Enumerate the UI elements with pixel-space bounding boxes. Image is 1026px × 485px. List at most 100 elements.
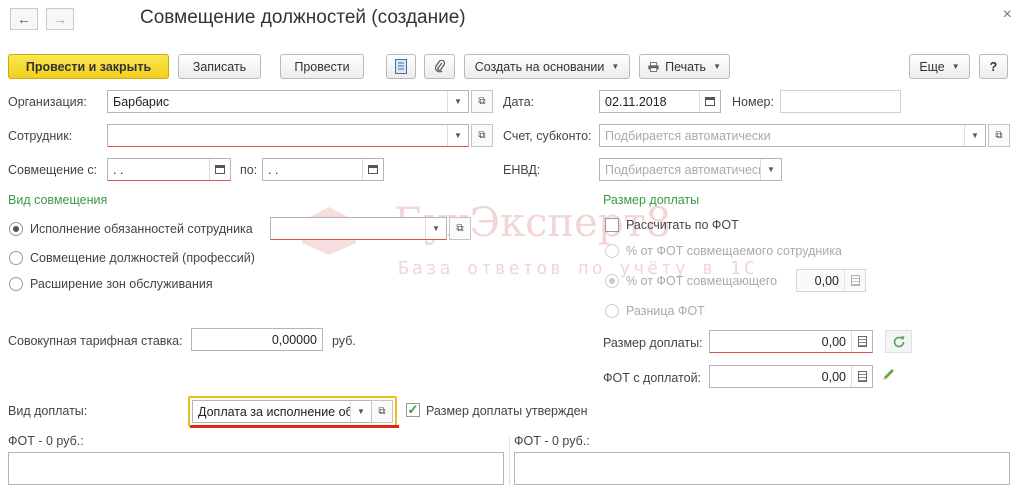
dropdown-icon[interactable]: ▼	[964, 125, 985, 146]
refresh-icon	[893, 335, 904, 347]
employee-open-button[interactable]: ⧉	[471, 124, 493, 147]
open-window-icon: ⧉	[478, 96, 486, 107]
close-icon: ×	[1002, 6, 1012, 23]
calc-fot-label: Рассчитать по ФОТ	[626, 218, 739, 232]
payment-type-field[interactable]: Доплата за исполнение обяза ▼	[192, 400, 372, 423]
number-field[interactable]	[780, 90, 901, 113]
radio-pct-replaced-label: % от ФОТ совмещаемого сотрудника	[626, 244, 842, 258]
paperclip-icon	[434, 59, 445, 73]
post-and-close-button[interactable]: Провести и закрыть	[8, 54, 169, 79]
radio-duties[interactable]	[9, 222, 23, 236]
open-window-icon: ⧉	[995, 130, 1003, 141]
envd-label: ЕНВД:	[503, 163, 541, 177]
caret-down-icon: ▼	[713, 62, 721, 71]
employee-label: Сотрудник:	[8, 129, 73, 143]
radio-zones[interactable]	[9, 277, 23, 291]
calendar-icon[interactable]	[699, 91, 720, 112]
tariff-label: Совокупная тарифная ставка:	[8, 334, 183, 348]
radio-pct-replaced[interactable]	[605, 244, 619, 258]
open-window-icon: ⧉	[478, 130, 486, 141]
back-button[interactable]: ←	[10, 8, 38, 30]
fot-right-area[interactable]	[514, 452, 1010, 485]
fot-with-surcharge-label: ФОТ с доплатой:	[603, 371, 702, 385]
radio-duties-label: Исполнение обязанностей сотрудника	[30, 222, 253, 236]
create-based-on-button[interactable]: Создать на основании ▼	[464, 54, 630, 79]
dropdown-icon[interactable]: ▼	[760, 159, 781, 180]
tariff-field[interactable]: 0,00000	[191, 328, 323, 351]
calculator-icon[interactable]	[844, 270, 865, 291]
close-button[interactable]: ×	[1003, 6, 1012, 24]
calc-fot-checkbox[interactable]	[605, 218, 619, 232]
printer-icon	[648, 61, 659, 72]
open-window-icon: ⧉	[456, 223, 464, 234]
account-open-button[interactable]: ⧉	[988, 124, 1010, 147]
payment-type-open-button[interactable]: ⧉	[371, 400, 393, 423]
employee-field[interactable]: ▼	[107, 124, 469, 147]
combo-from-label: Совмещение с:	[8, 163, 98, 177]
surcharge-section-title: Размер доплаты	[603, 193, 700, 207]
help-button[interactable]: ?	[979, 54, 1008, 79]
dropdown-icon[interactable]: ▼	[447, 125, 468, 146]
fot-left-label: ФОТ - 0 руб.:	[8, 434, 84, 448]
radio-diff-label: Разница ФОТ	[626, 304, 705, 318]
more-button[interactable]: Еще ▼	[909, 54, 970, 79]
pct-field[interactable]: 0,00	[796, 269, 866, 292]
help-icon: ?	[989, 59, 998, 74]
fot-left-area[interactable]	[8, 452, 504, 485]
surcharge-amount-field[interactable]: 0,00	[709, 330, 873, 353]
number-label: Номер:	[732, 95, 774, 109]
date-label: Дата:	[503, 95, 535, 109]
surcharge-amount-label: Размер доплаты:	[603, 336, 703, 350]
arrow-left-icon: ←	[17, 11, 31, 27]
org-field[interactable]: Барбарис ▼	[107, 90, 469, 113]
account-label: Счет, субконто:	[503, 129, 592, 143]
radio-positions-label: Совмещение должностей (профессий)	[30, 251, 255, 265]
date-field[interactable]: 02.11.2018	[599, 90, 721, 113]
arrow-right-icon: →	[53, 11, 67, 27]
tariff-unit: руб.	[332, 334, 356, 348]
combo-to-field[interactable]: . .	[262, 158, 384, 181]
window-title: Совмещение должностей (создание)	[140, 7, 466, 28]
radio-positions[interactable]	[9, 251, 23, 265]
fot-right-label: ФОТ - 0 руб.:	[514, 434, 590, 448]
combo-to-label: по:	[240, 163, 258, 177]
write-button[interactable]: Записать	[178, 54, 261, 79]
surcharge-approved-label: Размер доплаты утвержден	[426, 404, 588, 418]
envd-field[interactable]: Подбирается автоматически ▼	[599, 158, 782, 181]
org-label: Организация:	[8, 95, 87, 109]
payment-type-label: Вид доплаты:	[8, 404, 88, 418]
document-list-icon	[395, 59, 407, 74]
caret-down-icon: ▼	[611, 62, 620, 71]
combo-type-section-title: Вид совмещения	[8, 193, 108, 207]
radio-pct-combining-label: % от ФОТ совмещающего	[626, 274, 778, 288]
caret-down-icon: ▼	[951, 62, 960, 71]
open-window-icon: ⧉	[378, 406, 386, 417]
replaced-employee-field[interactable]: ▼	[270, 217, 447, 240]
post-button[interactable]: Провести	[280, 54, 364, 79]
calculator-icon[interactable]	[851, 366, 872, 387]
replaced-employee-open-button[interactable]: ⧉	[449, 217, 471, 240]
payment-type-underline	[190, 425, 399, 428]
radio-diff[interactable]	[605, 304, 619, 318]
calculator-icon[interactable]	[851, 331, 872, 352]
combo-from-field[interactable]: . .	[107, 158, 231, 181]
radio-pct-combining[interactable]	[605, 274, 619, 288]
fot-with-surcharge-field[interactable]: 0,00	[709, 365, 873, 388]
refresh-button[interactable]	[885, 330, 912, 353]
radio-zones-label: Расширение зон обслуживания	[30, 277, 213, 291]
dropdown-icon[interactable]: ▼	[350, 401, 371, 422]
calendar-icon[interactable]	[362, 159, 383, 180]
edit-pencil-button[interactable]	[881, 366, 901, 386]
dropdown-icon[interactable]: ▼	[447, 91, 468, 112]
attach-button[interactable]	[424, 54, 455, 79]
print-button[interactable]: Печать ▼	[639, 54, 730, 79]
pencil-icon	[883, 369, 894, 380]
surcharge-approved-checkbox[interactable]: ✓	[406, 402, 420, 417]
org-open-button[interactable]: ⧉	[471, 90, 493, 113]
forward-button[interactable]: →	[46, 8, 74, 30]
dropdown-icon[interactable]: ▼	[425, 218, 446, 239]
calendar-icon[interactable]	[209, 159, 230, 180]
account-field[interactable]: Подбирается автоматически ▼	[599, 124, 986, 147]
fot-divider	[509, 436, 510, 485]
journal-button[interactable]	[386, 54, 416, 79]
